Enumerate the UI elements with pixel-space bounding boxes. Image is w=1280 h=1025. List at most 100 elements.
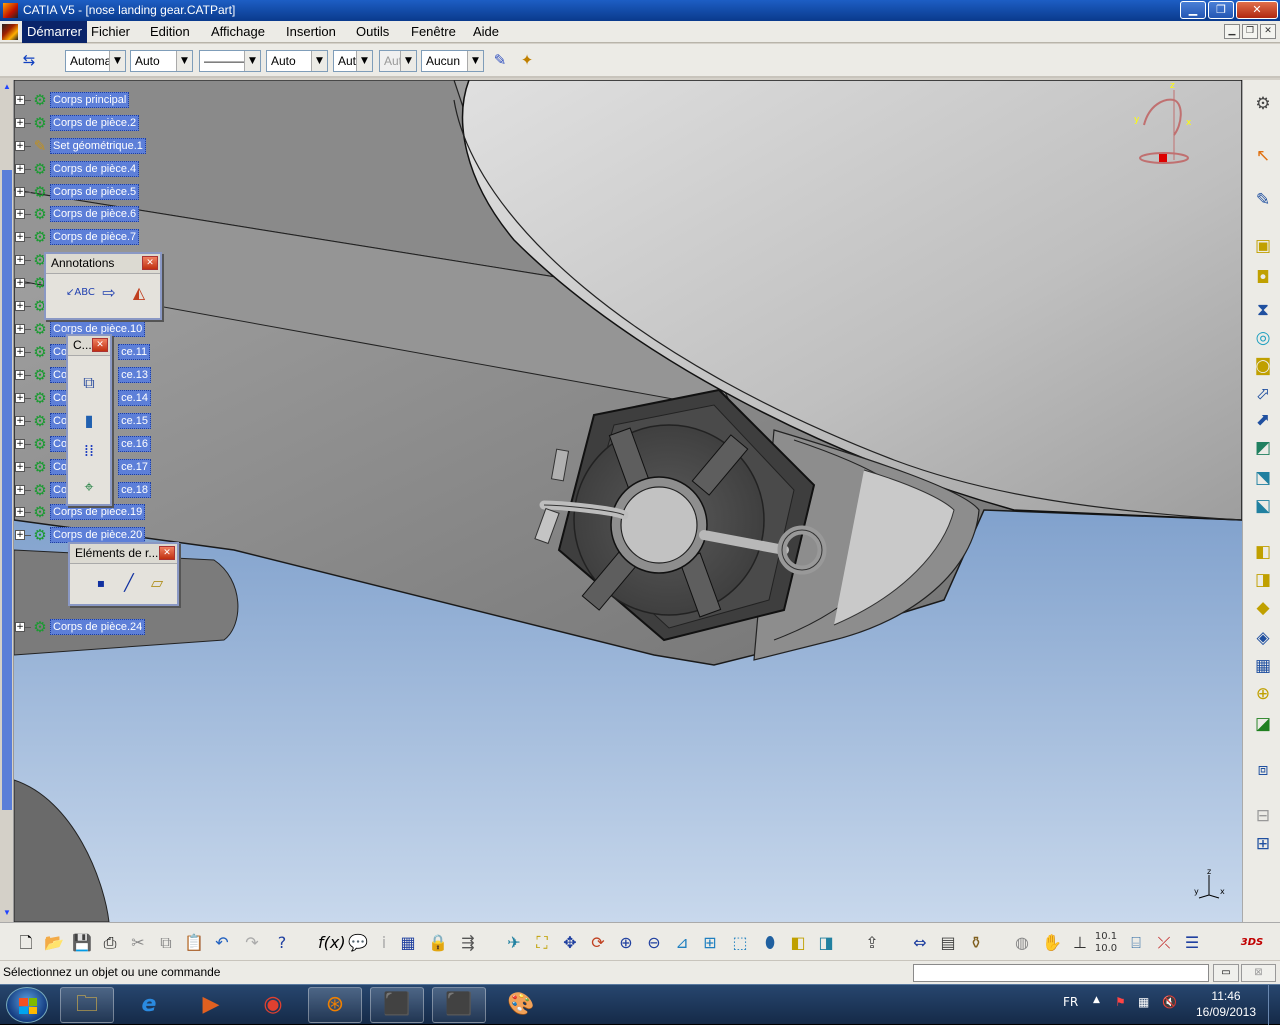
whats-this-icon[interactable]: ? (270, 931, 294, 955)
cut-icon[interactable]: ✂ (126, 931, 150, 955)
start-button[interactable] (6, 987, 48, 1023)
catia-document-icon[interactable] (2, 24, 18, 40)
zoom-in-icon[interactable]: ⊕ (614, 931, 638, 955)
point-combo[interactable]: Aut ▼ (333, 50, 373, 72)
tree-item[interactable]: + ⚙ Corps de pièce.5 (14, 182, 140, 202)
transformation-icon[interactable]: ⧈ (1251, 758, 1275, 782)
redo-icon[interactable]: ↷ (240, 931, 264, 955)
tree-item[interactable]: + ⚙ Corps de pièce.7 (14, 227, 140, 247)
menu-edition[interactable]: Edition (145, 21, 195, 43)
scan-icon[interactable]: ⇶ (456, 931, 480, 955)
select-arrow-icon[interactable]: ⇆ (18, 49, 40, 71)
show-desktop-button[interactable] (1268, 985, 1280, 1025)
chamfer-icon[interactable]: ◨ (1251, 568, 1275, 592)
restore-button[interactable]: ❐ (1208, 1, 1234, 19)
formula-icon[interactable]: f(x) (318, 931, 346, 955)
constraint-defined-icon[interactable]: ▮ (76, 408, 102, 434)
internet-explorer-taskbar-icon[interactable]: e (122, 987, 176, 1023)
catia-second-taskbar-icon[interactable]: ⬛ (432, 987, 486, 1023)
menu-fichier[interactable]: Fichier (86, 21, 135, 43)
menu-aide[interactable]: Aide (468, 21, 504, 43)
remove-face-icon[interactable]: ◪ (1251, 712, 1275, 736)
rotate-icon[interactable]: ⟳ (586, 931, 610, 955)
scroll-thumb[interactable] (2, 170, 12, 810)
slot-icon[interactable]: ⬈ (1251, 408, 1275, 432)
command-input[interactable] (913, 964, 1209, 982)
color-combo[interactable]: Automa ▼ (65, 50, 126, 72)
loft-icon[interactable]: ⬔ (1251, 466, 1275, 490)
scroll-up-arrow-icon[interactable]: ▲ (2, 82, 12, 92)
draft-icon[interactable]: ◆ (1251, 596, 1275, 620)
rib-icon[interactable]: ⬀ (1251, 382, 1275, 406)
stiffener-icon[interactable]: ◩ (1251, 436, 1275, 460)
iso-view-icon[interactable]: ⬚ (728, 931, 752, 955)
reference-elements-palette[interactable]: Eléments de r... ✕ ▪ ╱ ▱ (68, 542, 179, 606)
analysis-icon[interactable]: ⌖ (76, 474, 102, 500)
lock-icon[interactable]: 🔒 (426, 931, 450, 955)
command-button[interactable]: ▭ (1213, 964, 1239, 982)
sketcher-icon[interactable]: ✎ (1251, 188, 1275, 212)
linetype-combo[interactable]: ———— ▼ (199, 50, 261, 72)
update-icon[interactable]: ⇪ (860, 931, 884, 955)
palette-close-button[interactable]: ✕ (142, 256, 158, 270)
fillet-icon[interactable]: ◧ (1251, 540, 1275, 564)
plane-icon[interactable]: ▱ (144, 570, 170, 596)
doc-minimize-button[interactable]: ▁ (1224, 24, 1240, 39)
shaft-icon[interactable]: ⧗ (1251, 298, 1275, 322)
transparency-combo[interactable]: Auto ▼ (130, 50, 193, 72)
zoom-out-icon[interactable]: ⊖ (642, 931, 666, 955)
pattern-icon[interactable]: ⁞⁞ (76, 438, 102, 464)
media-player-taskbar-icon[interactable]: ▶ (184, 987, 238, 1023)
paste-icon[interactable]: 📋 (182, 931, 206, 955)
minimize-button[interactable]: ▁ (1180, 1, 1206, 19)
command-stop-button[interactable]: ⊠ (1241, 964, 1276, 982)
menu-affichage[interactable]: Affichage (206, 21, 270, 43)
multi-view-icon[interactable]: ⊞ (698, 931, 722, 955)
measure-inertia-icon[interactable]: ⚱ (964, 931, 988, 955)
knowledge-icon[interactable]: 💬 (346, 931, 370, 955)
cylinder-icon[interactable]: ⌸ (1124, 931, 1148, 955)
shell-icon[interactable]: ◈ (1251, 626, 1275, 650)
menu-fenetre[interactable]: Fenêtre (406, 21, 461, 43)
thickness-icon[interactable]: ▦ (1251, 654, 1275, 678)
normal-view-icon[interactable]: ⊿ (670, 931, 694, 955)
flag-note-icon[interactable]: ⇨ (96, 280, 122, 306)
remove-loft-icon[interactable]: ⬕ (1251, 494, 1275, 518)
network-icon[interactable]: ▦ (1138, 995, 1149, 1009)
3d-annotation-icon[interactable]: ◭ (126, 280, 152, 306)
scale-icon[interactable]: 10.1 10.0 (1094, 931, 1118, 955)
doc-restore-button[interactable]: ❐ (1242, 24, 1258, 39)
app-taskbar-icon[interactable]: ⊛ (308, 987, 362, 1023)
tree-item[interactable]: + ⚙ Corps de pièce.24 (14, 617, 146, 637)
language-indicator[interactable]: FR (1063, 995, 1078, 1009)
tree-item[interactable]: + ⚙ Corps principal (14, 90, 130, 110)
line-icon[interactable]: ╱ (116, 570, 142, 596)
tree-scrollbar[interactable]: ▲ ▼ (0, 80, 14, 922)
pad-icon[interactable]: ▣ (1251, 234, 1275, 258)
boolean-icon[interactable]: ⊟ (1251, 804, 1275, 828)
fly-mode-icon[interactable]: ✈ (502, 931, 526, 955)
workbench-gear-icon[interactable]: ⚙ (1251, 92, 1275, 116)
new-file-icon[interactable]: 🗋 (14, 931, 38, 955)
measure-between-icon[interactable]: ⇔ (908, 931, 932, 955)
hide-show-icon[interactable]: ◧ (786, 931, 810, 955)
save-icon[interactable]: 💾 (70, 931, 94, 955)
menu-demarrer[interactable]: Démarrer (22, 21, 87, 43)
thickness-combo[interactable]: Auto ▼ (266, 50, 328, 72)
list-icon[interactable]: ☰ (1180, 931, 1204, 955)
palette-close-button[interactable]: ✕ (92, 338, 108, 352)
palette-close-button[interactable]: ✕ (159, 546, 175, 560)
properties-wand-icon[interactable]: ✦ (516, 49, 538, 71)
painter-brush-icon[interactable]: ✎ (489, 49, 511, 71)
constraints-palette[interactable]: C... ✕ ⧉ ▮ ⁞⁞ ⌖ (66, 334, 112, 506)
copy-icon[interactable]: ⧉ (154, 931, 178, 955)
tree-item[interactable]: + ✎ Set géométrique.1 (14, 136, 146, 156)
open-folder-icon[interactable]: 📂 (42, 931, 66, 955)
constraint-icon[interactable]: ⧉ (76, 370, 102, 396)
thread-icon[interactable]: ⊕ (1251, 682, 1275, 706)
shading-icon[interactable]: ⬮ (758, 931, 782, 955)
layer-combo[interactable]: Aucun ▼ (421, 50, 484, 72)
scroll-down-arrow-icon[interactable]: ▼ (2, 908, 12, 918)
hand-icon[interactable]: ✋ (1040, 931, 1064, 955)
text-leader-icon[interactable]: ↙ABC (66, 280, 95, 306)
